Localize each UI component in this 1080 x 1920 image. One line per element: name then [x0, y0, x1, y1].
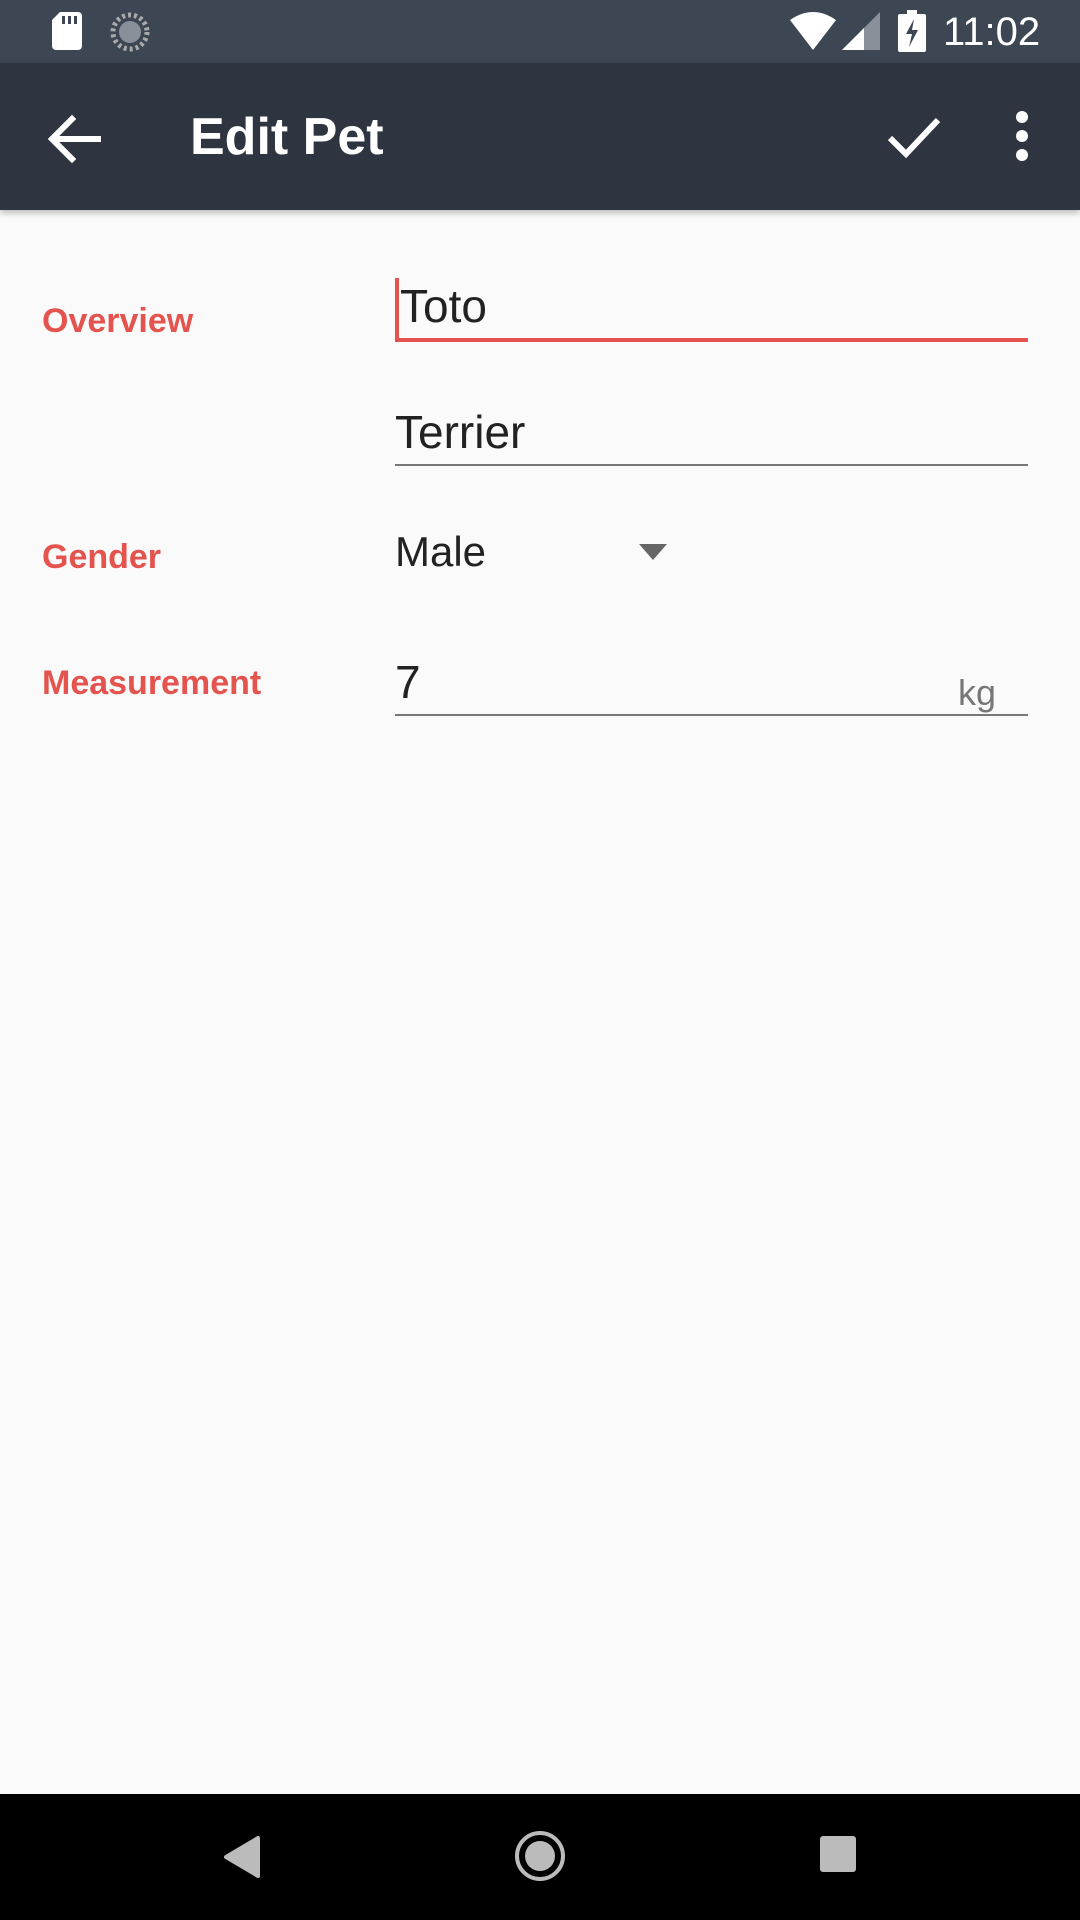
- app-bar: Edit Pet: [0, 63, 1080, 210]
- nav-recents-icon[interactable]: [820, 1836, 856, 1872]
- gender-label: Gender: [42, 538, 162, 576]
- overview-label: Overview: [42, 302, 194, 340]
- gender-value: Male: [395, 528, 487, 575]
- status-bar: 11:02: [0, 0, 1080, 63]
- text-cursor: [395, 278, 399, 340]
- nav-back-icon[interactable]: [222, 1834, 262, 1880]
- weight-input[interactable]: [395, 650, 1028, 714]
- navigation-bar: [0, 1794, 1080, 1920]
- page-title: Edit Pet: [190, 108, 384, 166]
- breed-input[interactable]: [395, 400, 1028, 464]
- check-icon[interactable]: [880, 103, 946, 169]
- wifi-icon: [790, 12, 836, 50]
- weight-field[interactable]: kg: [395, 650, 1028, 716]
- more-vert-icon[interactable]: [1000, 103, 1044, 169]
- battery-charging-icon: [898, 10, 926, 52]
- measurement-label: Measurement: [42, 664, 262, 702]
- name-field[interactable]: [395, 274, 1033, 342]
- gender-dropdown[interactable]: Male: [395, 522, 685, 586]
- breed-field[interactable]: [395, 400, 1028, 466]
- sd-card-icon: [52, 12, 82, 50]
- signal-icon: [842, 12, 880, 50]
- dropdown-arrow-icon: [639, 544, 667, 560]
- sync-icon: [110, 12, 150, 52]
- nav-home-icon[interactable]: [514, 1830, 566, 1882]
- status-time: 11:02: [943, 10, 1041, 54]
- weight-unit: kg: [957, 672, 996, 713]
- name-input[interactable]: [395, 274, 1033, 338]
- arrow-back-icon[interactable]: [40, 106, 106, 172]
